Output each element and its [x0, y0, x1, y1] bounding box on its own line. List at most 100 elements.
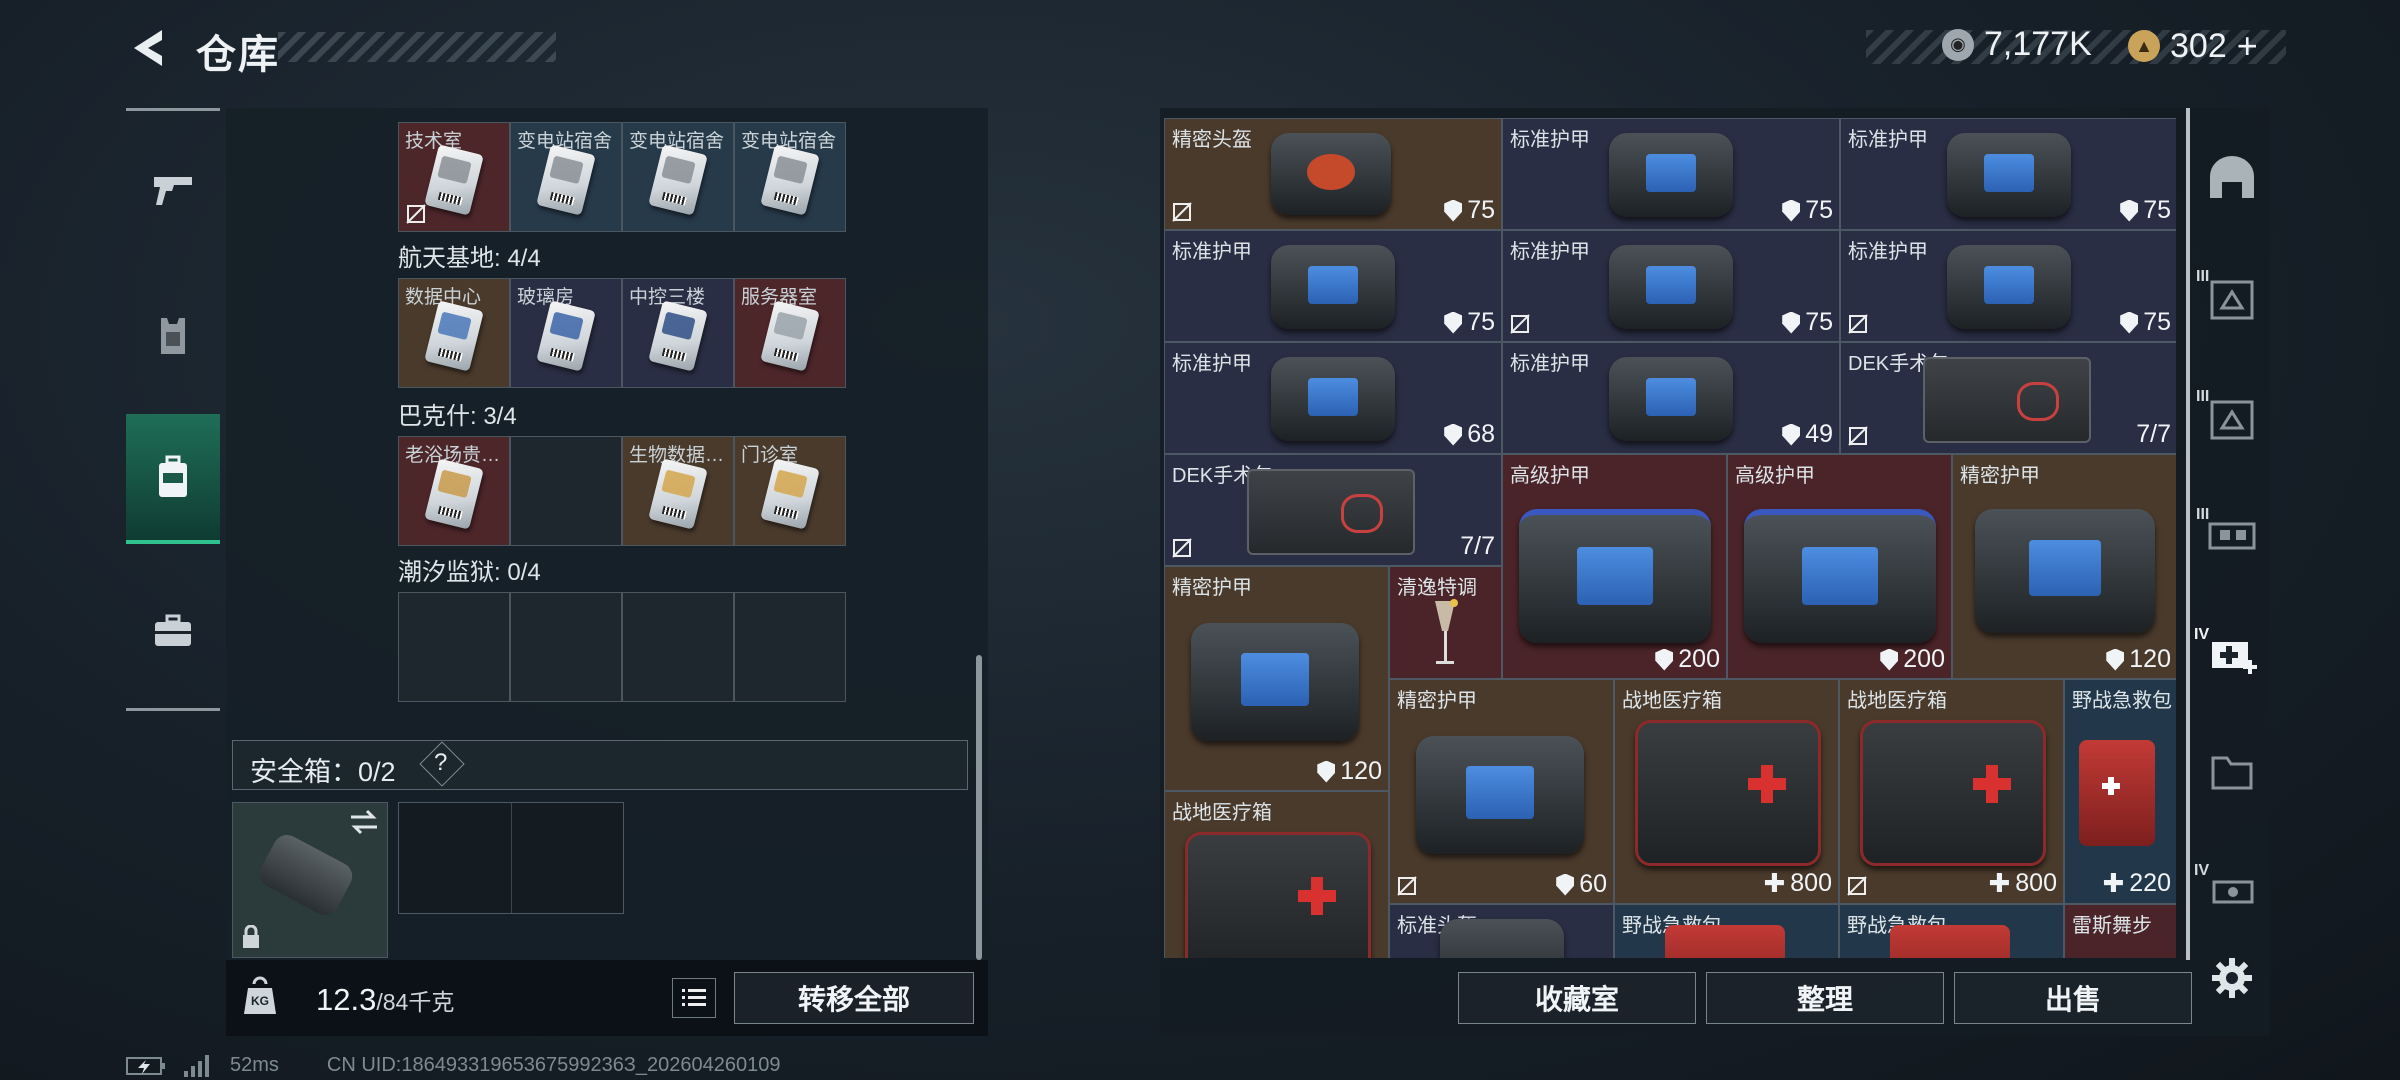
- sort-button[interactable]: 整理: [1706, 972, 1944, 1024]
- safe-box-slot[interactable]: [232, 802, 388, 958]
- item-precision-armor[interactable]: 精密护甲 60: [1389, 679, 1614, 904]
- transfer-all-button[interactable]: 转移全部: [734, 972, 974, 1024]
- first-aid-pack-icon: [2079, 740, 2155, 846]
- currency-silver: ◉ 7,177K: [1942, 25, 2092, 64]
- key-slot[interactable]: 玻璃房: [510, 278, 622, 388]
- tier-IV-medkit-icon: [2212, 642, 2257, 674]
- item-first-aid-pack[interactable]: 野战急救包: [1839, 904, 2064, 958]
- item-field-medkit[interactable]: 战地医疗箱: [1164, 791, 1389, 958]
- nav-tab-equipment[interactable]: [126, 270, 220, 400]
- key-slot[interactable]: 技术室: [398, 122, 510, 232]
- weight-readout: 12.3/84千克: [316, 982, 454, 1018]
- durability-icon: [2120, 311, 2139, 334]
- category-tab-weapon-iv[interactable]: IV: [2192, 840, 2272, 940]
- durability-icon: [1556, 873, 1575, 896]
- key-slot-empty[interactable]: [510, 592, 622, 702]
- lock-icon: [243, 925, 259, 948]
- heal-icon: ✚: [2102, 868, 2125, 898]
- item-armor[interactable]: 标准护甲 68: [1164, 342, 1502, 454]
- collection-room-button[interactable]: 收藏室: [1458, 972, 1696, 1024]
- item-armor[interactable]: 标准护甲 75: [1164, 230, 1502, 342]
- item-helmet[interactable]: 标准头盔: [1389, 904, 1614, 958]
- key-slot[interactable]: 生物数据…: [622, 436, 734, 546]
- backpack-icon: [159, 455, 187, 497]
- key-slot[interactable]: 老浴场贵…: [398, 436, 510, 546]
- settings-button[interactable]: [2210, 956, 2254, 1000]
- heal-icon: ✚: [1988, 868, 2011, 898]
- key-slot-empty[interactable]: [398, 592, 510, 702]
- category-tab-armor-iii[interactable]: III: [2192, 246, 2272, 346]
- gold-coin-icon: ▲: [2128, 30, 2160, 62]
- add-currency-button[interactable]: +: [2237, 25, 2258, 67]
- item-field-medkit[interactable]: 战地医疗箱 ✚ 800: [1839, 679, 2064, 904]
- key-slot[interactable]: 变电站宿舍: [734, 122, 846, 232]
- no-trade-icon: [1172, 538, 1192, 558]
- item-first-aid-pack[interactable]: 野战急救包: [1614, 904, 1839, 958]
- key-slot[interactable]: 变电站宿舍: [622, 122, 734, 232]
- list-icon: [682, 989, 706, 1006]
- back-arrow-icon[interactable]: [126, 26, 170, 70]
- swap-icon[interactable]: [349, 809, 379, 835]
- item-armor[interactable]: 标准护甲 49: [1502, 342, 1840, 454]
- first-aid-pack-icon: [1890, 925, 2010, 958]
- key-slot[interactable]: 变电站宿舍: [510, 122, 622, 232]
- armor-icon: [1744, 509, 1936, 643]
- durability-icon: [1444, 311, 1463, 334]
- item-drink[interactable]: 雷斯舞步: [2064, 904, 2176, 958]
- item-first-aid-pack[interactable]: 野战急救包 ✚ 220: [2064, 679, 2176, 904]
- no-trade-icon: [1848, 314, 1868, 334]
- item-armor[interactable]: 标准护甲 75: [1840, 118, 2176, 230]
- sell-button[interactable]: 出售: [1954, 972, 2192, 1024]
- armor-icon: [1609, 133, 1733, 217]
- key-slot-empty[interactable]: [510, 436, 622, 546]
- keychain-scrollbar[interactable]: [976, 655, 982, 960]
- durability-icon: [2120, 199, 2139, 222]
- no-trade-icon: [1847, 876, 1867, 896]
- safe-box-empty-slot[interactable]: [398, 802, 624, 914]
- keycard-icon: [424, 300, 484, 372]
- item-surgical-kit[interactable]: DEK手术包 7/7: [1840, 342, 2176, 454]
- key-slot[interactable]: 中控三楼: [622, 278, 734, 388]
- item-advanced-armor[interactable]: 高级护甲 200: [1502, 454, 1727, 679]
- no-trade-icon: [1397, 876, 1417, 896]
- page-title: 仓库: [196, 33, 280, 77]
- item-armor[interactable]: 标准护甲 75: [1502, 230, 1840, 342]
- category-tab-armor-iii[interactable]: III: [2192, 366, 2272, 466]
- item-precision-armor[interactable]: 精密护甲 120: [1952, 454, 2176, 679]
- item-surgical-kit[interactable]: DEK手术包 7/7: [1164, 454, 1502, 566]
- pistol-icon: [154, 177, 192, 205]
- category-tab-container[interactable]: [2192, 722, 2272, 822]
- item-cocktail[interactable]: 清逸特调: [1389, 566, 1502, 679]
- category-tab-rig-iii[interactable]: III: [2192, 484, 2272, 584]
- durability-icon: [1880, 648, 1899, 671]
- category-tab-helmet[interactable]: [2192, 128, 2272, 228]
- category-tab-medkit-iv[interactable]: IV: [2192, 604, 2272, 704]
- no-trade-icon: [1848, 426, 1868, 446]
- briefcase-icon: [155, 614, 191, 646]
- item-helmet[interactable]: 精密头盔 75: [1164, 118, 1502, 230]
- no-trade-icon: [1172, 202, 1192, 222]
- durability-icon: [1782, 423, 1801, 446]
- key-slot[interactable]: 门诊室: [734, 436, 846, 546]
- durability-icon: [1444, 423, 1463, 446]
- nav-tab-weapons[interactable]: [126, 124, 220, 254]
- key-slot-empty[interactable]: [622, 592, 734, 702]
- helmet-icon: [1440, 919, 1564, 958]
- item-advanced-armor[interactable]: 高级护甲 200: [1727, 454, 1952, 679]
- item-armor[interactable]: 标准护甲 75: [1840, 230, 2176, 342]
- key-slot-empty[interactable]: [734, 592, 846, 702]
- currency-gold[interactable]: ▲ 302 +: [2128, 25, 2258, 67]
- nav-tab-case[interactable]: [126, 566, 220, 696]
- item-field-medkit[interactable]: 战地医疗箱 ✚ 800: [1614, 679, 1839, 904]
- signal-icon: [184, 1054, 209, 1077]
- nav-tab-backpack[interactable]: [126, 414, 220, 544]
- item-armor[interactable]: 标准护甲 75: [1502, 118, 1840, 230]
- key-slot[interactable]: 服务器室: [734, 278, 846, 388]
- item-precision-armor[interactable]: 精密护甲 120: [1164, 566, 1389, 791]
- battery-icon: [126, 1056, 165, 1075]
- key-slot[interactable]: 数据中心: [398, 278, 510, 388]
- list-view-button[interactable]: [672, 978, 716, 1018]
- heal-icon: ✚: [1763, 868, 1786, 898]
- keycard-icon: [648, 300, 708, 372]
- category-scrollbar[interactable]: [2186, 108, 2190, 960]
